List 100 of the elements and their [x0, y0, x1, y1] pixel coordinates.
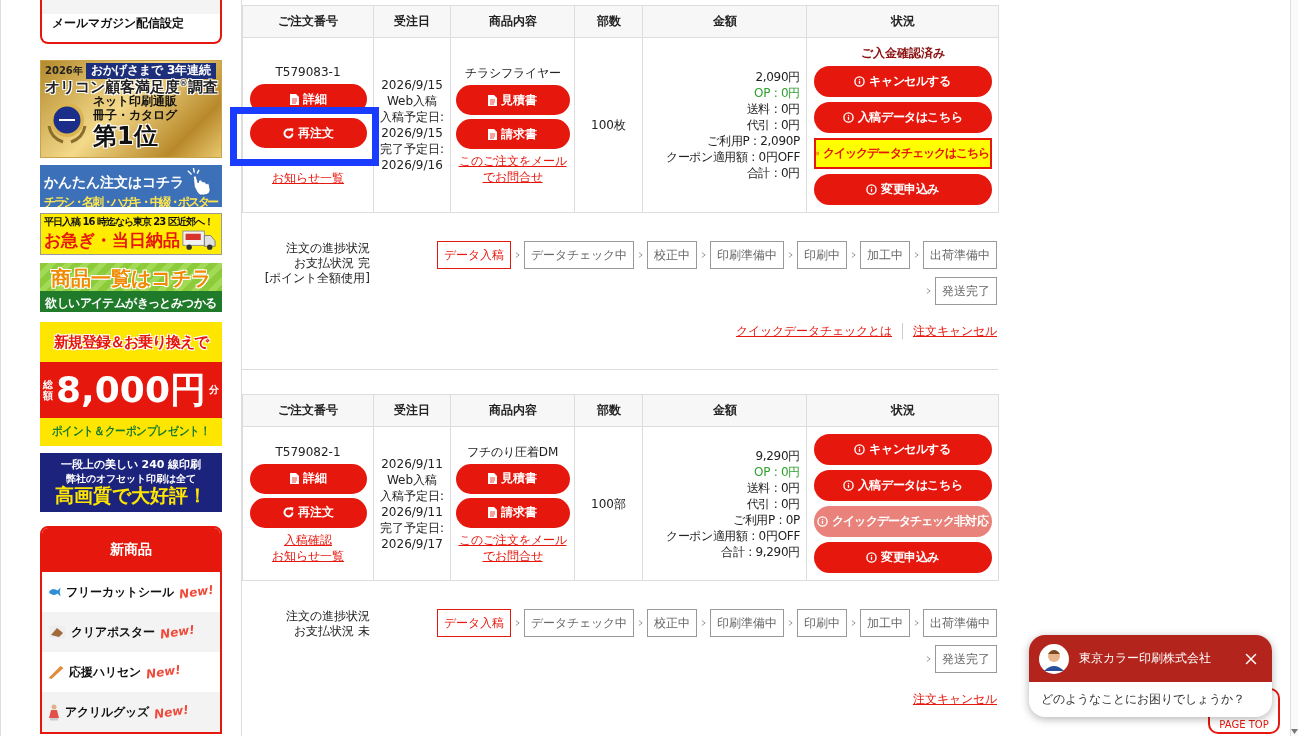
amount-text: OP : 0円: [754, 463, 800, 480]
banner-text: ポイント＆クーポンプレゼント！: [51, 425, 211, 439]
column-header: 金額: [642, 394, 807, 427]
amount-text: OP : 0円: [754, 85, 800, 101]
progress-label: [ポイント全額使用]: [264, 271, 370, 286]
document-icon: [488, 94, 497, 106]
column-header: 部数: [574, 5, 643, 38]
amount-text: 代引 : 0円: [746, 117, 800, 133]
banner-text: 総額: [43, 379, 54, 401]
progress-step: データ入稿: [437, 241, 511, 269]
order-link[interactable]: お知らせ一覧: [272, 547, 344, 564]
chevron-icon: [851, 619, 856, 627]
banner-headline: 新規登録＆お乗り換えで: [54, 333, 208, 351]
refresh-icon: [282, 507, 294, 518]
paper-fan-icon: [48, 665, 64, 679]
scroll-down-icon[interactable]: [1291, 729, 1298, 734]
reorder-button[interactable]: 再注文: [249, 118, 367, 148]
status-button[interactable]: 入稿データはこちら: [813, 470, 992, 501]
column-header: 金額: [642, 5, 807, 38]
footer-link[interactable]: 注文キャンセル: [913, 691, 997, 707]
progress-step: 校正中: [647, 241, 697, 269]
same-day-banner[interactable]: 平日入稿 16 時迄なら東京 23 区近郊へ！ お急ぎ・当日納品: [40, 213, 222, 255]
progress-label: お支払状況 未: [294, 624, 370, 639]
status-button[interactable]: 変更申込み: [813, 174, 992, 205]
product-item[interactable]: クリアポスター New!: [42, 612, 220, 652]
order-link[interactable]: お知らせ一覧: [272, 170, 344, 186]
progress-step: 発送完了: [935, 277, 997, 305]
pointing-hand-icon: [186, 168, 212, 196]
date-text: 入稿予定日:: [379, 109, 444, 125]
amount-text: 送料 : 0円: [746, 479, 800, 496]
progress-label: お支払状況 完: [294, 256, 370, 271]
progress-step: データチェック中: [524, 609, 634, 637]
quantity-text: 100部: [590, 495, 627, 512]
document-icon: [289, 473, 299, 484]
document-button[interactable]: 請求書: [455, 497, 570, 528]
product-name: フチのり圧着DM: [466, 443, 559, 460]
column-header: ご注文番号: [242, 5, 374, 38]
status-button[interactable]: 変更申込み: [813, 542, 992, 573]
truck-icon: [182, 228, 216, 252]
progress-label: 注文の進捗状況: [286, 241, 370, 256]
figure-icon: [48, 703, 60, 721]
quantity-text: 100枚: [590, 117, 627, 133]
banner-headline: 高画質で大好評！: [55, 485, 207, 506]
order-number: T579083-1: [275, 64, 341, 80]
date-text: 2026/9/11: [381, 503, 443, 520]
banner-amount: 8,000円: [56, 370, 206, 410]
product-name: フリーカットシール: [66, 583, 175, 601]
date-text: 2026/9/17: [381, 535, 443, 552]
column-header: 状況: [806, 394, 999, 427]
banner-text: 弊社のオフセット印刷は全て: [66, 472, 196, 485]
amount-text: クーポン適用額 : 0円OFF: [665, 527, 800, 544]
status-button[interactable]: 入稿データはこちら: [813, 102, 992, 133]
banner-text: 一段上の美しい 240 線印刷: [60, 459, 202, 472]
inquiry-link[interactable]: このご注文をメールでお問合せ: [453, 153, 572, 185]
column-header: 状況: [806, 5, 999, 38]
progress-label: 注文の進捗状況: [286, 609, 370, 624]
detail-button[interactable]: 詳細: [249, 463, 367, 494]
chevron-icon: [638, 619, 643, 627]
document-icon: [488, 128, 497, 140]
amount-text: 9,290円: [755, 447, 800, 464]
order-link[interactable]: 入稿確認: [284, 531, 332, 548]
document-button[interactable]: 請求書: [455, 119, 570, 149]
quick-check-button[interactable]: クイックデータチェックはこちら: [813, 138, 992, 169]
progress-step: 出荷準備中: [923, 241, 997, 269]
product-item[interactable]: アクリルグッズ New!: [42, 692, 220, 732]
product-name: 応援ハリセン: [69, 663, 141, 681]
medal-icon: [45, 100, 89, 145]
date-text: 2026/9/15: [381, 77, 443, 93]
banner-text: 平日入稿 16 時迄なら東京 23 区近郊へ！: [44, 216, 214, 228]
document-button[interactable]: 見積書: [455, 463, 570, 494]
status-button[interactable]: キャンセルする: [813, 434, 992, 465]
amount-text: 代引 : 0円: [746, 495, 800, 512]
chevron-icon: [515, 251, 520, 259]
banner-headline: かんたん注文はコチラ: [44, 173, 184, 191]
chevron-icon: [701, 251, 706, 259]
chevron-icon: [701, 619, 706, 627]
footer-link[interactable]: クイックデータチェックとは: [736, 323, 892, 339]
column-header: 商品内容: [450, 394, 575, 427]
product-name: チラシフライヤー: [464, 65, 561, 81]
document-button[interactable]: 見積書: [455, 85, 570, 115]
banner-rank: 第1位: [93, 122, 158, 150]
menu-item[interactable]: メールマガジン配信設定: [52, 15, 184, 32]
banner-headline: 商品一覧はコチラ: [51, 267, 211, 289]
chevron-icon: [914, 619, 919, 627]
quality-banner[interactable]: 一段上の美しい 240 線印刷 弊社のオフセット印刷は全て 高画質で大好評！: [40, 453, 222, 512]
progress-step: 出荷準備中: [923, 609, 997, 637]
reorder-button[interactable]: 再注文: [249, 497, 367, 528]
avatar-icon: [1039, 643, 1069, 674]
banner-text: 欲しいアイテムがきっとみつかる: [45, 297, 217, 311]
catalog-banner[interactable]: 商品一覧はコチラ 欲しいアイテムがきっとみつかる: [40, 263, 222, 312]
ranking-banner[interactable]: 2026年 おかげさまで 3年連続 オリコン顧客満足度$^{®}$調査 ネット印刷通販 冊子・カタログ 第1位: [40, 60, 222, 158]
banner-text: ネット印刷通販: [93, 95, 177, 109]
date-text: Web入稿: [386, 471, 438, 488]
footer-link[interactable]: 注文キャンセル: [913, 323, 997, 339]
chevron-icon: [851, 251, 856, 259]
inquiry-link[interactable]: このご注文をメールでお問合せ: [453, 531, 572, 564]
document-icon: [289, 93, 299, 105]
poster-icon: [48, 625, 66, 639]
status-button[interactable]: キャンセルする: [813, 66, 992, 97]
banner-text: 2026年: [45, 65, 83, 77]
